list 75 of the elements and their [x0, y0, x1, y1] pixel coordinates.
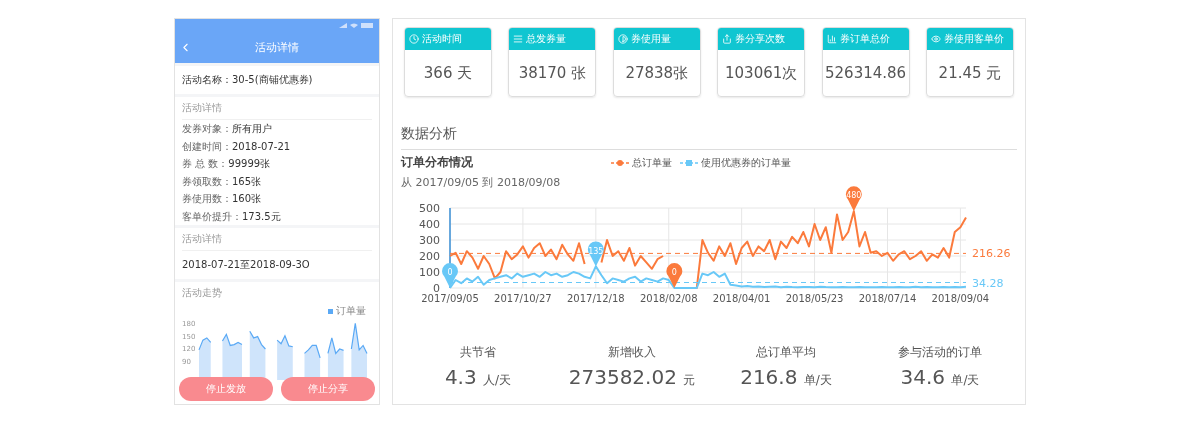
stat-value: 216.8 单/天	[740, 365, 832, 389]
detail-row-text: 券领取数：165张	[182, 174, 263, 189]
stat-label: 参与活动的订单	[898, 344, 982, 361]
value-pin: 135	[587, 241, 604, 267]
card-value: 366 天	[422, 62, 474, 84]
clock-icon	[409, 34, 419, 44]
signal-icon	[339, 22, 347, 28]
stop-button[interactable]: 停止发放	[179, 377, 273, 401]
stat-label: 新增收入	[608, 344, 656, 361]
axis-tick-label: 2018/07/14	[858, 293, 917, 304]
stat-value: 34.6 单/天	[900, 365, 980, 389]
axis-tick-label: 2017/09/05	[421, 293, 479, 304]
activity-period: 2018-07-21至2018-09-3O	[182, 258, 311, 272]
card-label: 活动时间	[422, 32, 462, 46]
axis-tick-label: 2017/12/18	[567, 293, 625, 304]
value-pin: 480	[845, 186, 862, 212]
section-title: 数据分析	[401, 125, 1017, 150]
half-circle-icon	[617, 34, 628, 44]
reference-label: 216.26	[972, 247, 1011, 261]
card-value: 526314.86	[824, 63, 908, 84]
detail-row-text: 创建时间：2018-07-21	[182, 139, 292, 154]
card-value: 103061次	[724, 62, 799, 84]
axis-tick-label: 300	[419, 234, 440, 247]
legend-label: 使用优惠券的订单量	[701, 155, 791, 170]
legend-label: 订单量	[336, 304, 366, 318]
detail-row-text: 券 总 数：99999张	[182, 157, 272, 171]
annotation: 135	[588, 246, 604, 256]
axis-tick-label: 2018/04/01	[712, 293, 771, 304]
chart-title: 订单分布情况	[401, 154, 474, 171]
screen-title: 活动详情	[255, 39, 299, 55]
axis-tick-label: 500	[419, 202, 440, 215]
detail-row-text: 客单价提升：173.5元	[182, 209, 282, 224]
card-label: 券使用客单价	[943, 32, 1004, 46]
wifi-icon	[350, 22, 358, 28]
legend-swatch	[328, 308, 333, 314]
annotation: 0	[671, 268, 677, 278]
reference-label: 34.28	[972, 276, 1004, 290]
axis-tick-label: 400	[419, 218, 440, 231]
stat-label: 总订单平均	[756, 344, 816, 361]
axis-tick-label: 200	[419, 250, 440, 263]
detail-row-text: 券使用数：160张	[182, 192, 263, 206]
activity-name: 活动名称：30-5(商铺优惠券)	[182, 73, 314, 87]
axis-tick-label: 2018/02/08	[639, 293, 698, 304]
axis-tick-label: 2018/05/23	[785, 293, 844, 304]
card-label: 总发券量	[526, 32, 567, 46]
stat-value: 4.3 人/天	[444, 365, 512, 389]
battery-icon	[361, 22, 373, 28]
stat-value: 273582.02 元	[568, 365, 696, 389]
date-range: 从 2017/09/05 到 2018/09/08	[401, 175, 562, 190]
stat-label: 共节省	[460, 344, 496, 361]
list-icon	[513, 34, 524, 44]
eye-icon	[930, 34, 941, 44]
card-label: 券分享次数	[735, 32, 786, 46]
section-label: 活动走势	[182, 286, 223, 300]
value-pin: 0	[666, 263, 683, 288]
legend-marker-icon	[680, 158, 698, 167]
card-label: 券订单总价	[839, 32, 890, 46]
legend-label: 总订单量	[632, 155, 672, 170]
section-label: 活动详情	[182, 97, 372, 120]
axis-tick-label: 2017/10/27	[494, 293, 552, 304]
value-pin: 0	[442, 263, 458, 288]
detail-row-text: 发券对象：所有用户	[182, 122, 273, 136]
card-value: 21.45 元	[937, 62, 1003, 84]
card-value: 38170 张	[517, 62, 588, 84]
annotation: 0	[447, 268, 453, 278]
axis-tick-label: 100	[419, 266, 440, 279]
section-label: 活动详情	[182, 228, 372, 251]
axis-tick-label: 0	[433, 282, 440, 295]
stop-button[interactable]: 停止分享	[281, 377, 375, 401]
card-label: 券使用量	[630, 32, 671, 46]
bar-chart-icon	[826, 34, 837, 44]
card-value: 27838张	[624, 62, 690, 84]
axis-tick-label: 2018/09/04	[931, 293, 990, 304]
legend-marker-icon	[611, 158, 629, 167]
share-icon	[722, 34, 733, 44]
